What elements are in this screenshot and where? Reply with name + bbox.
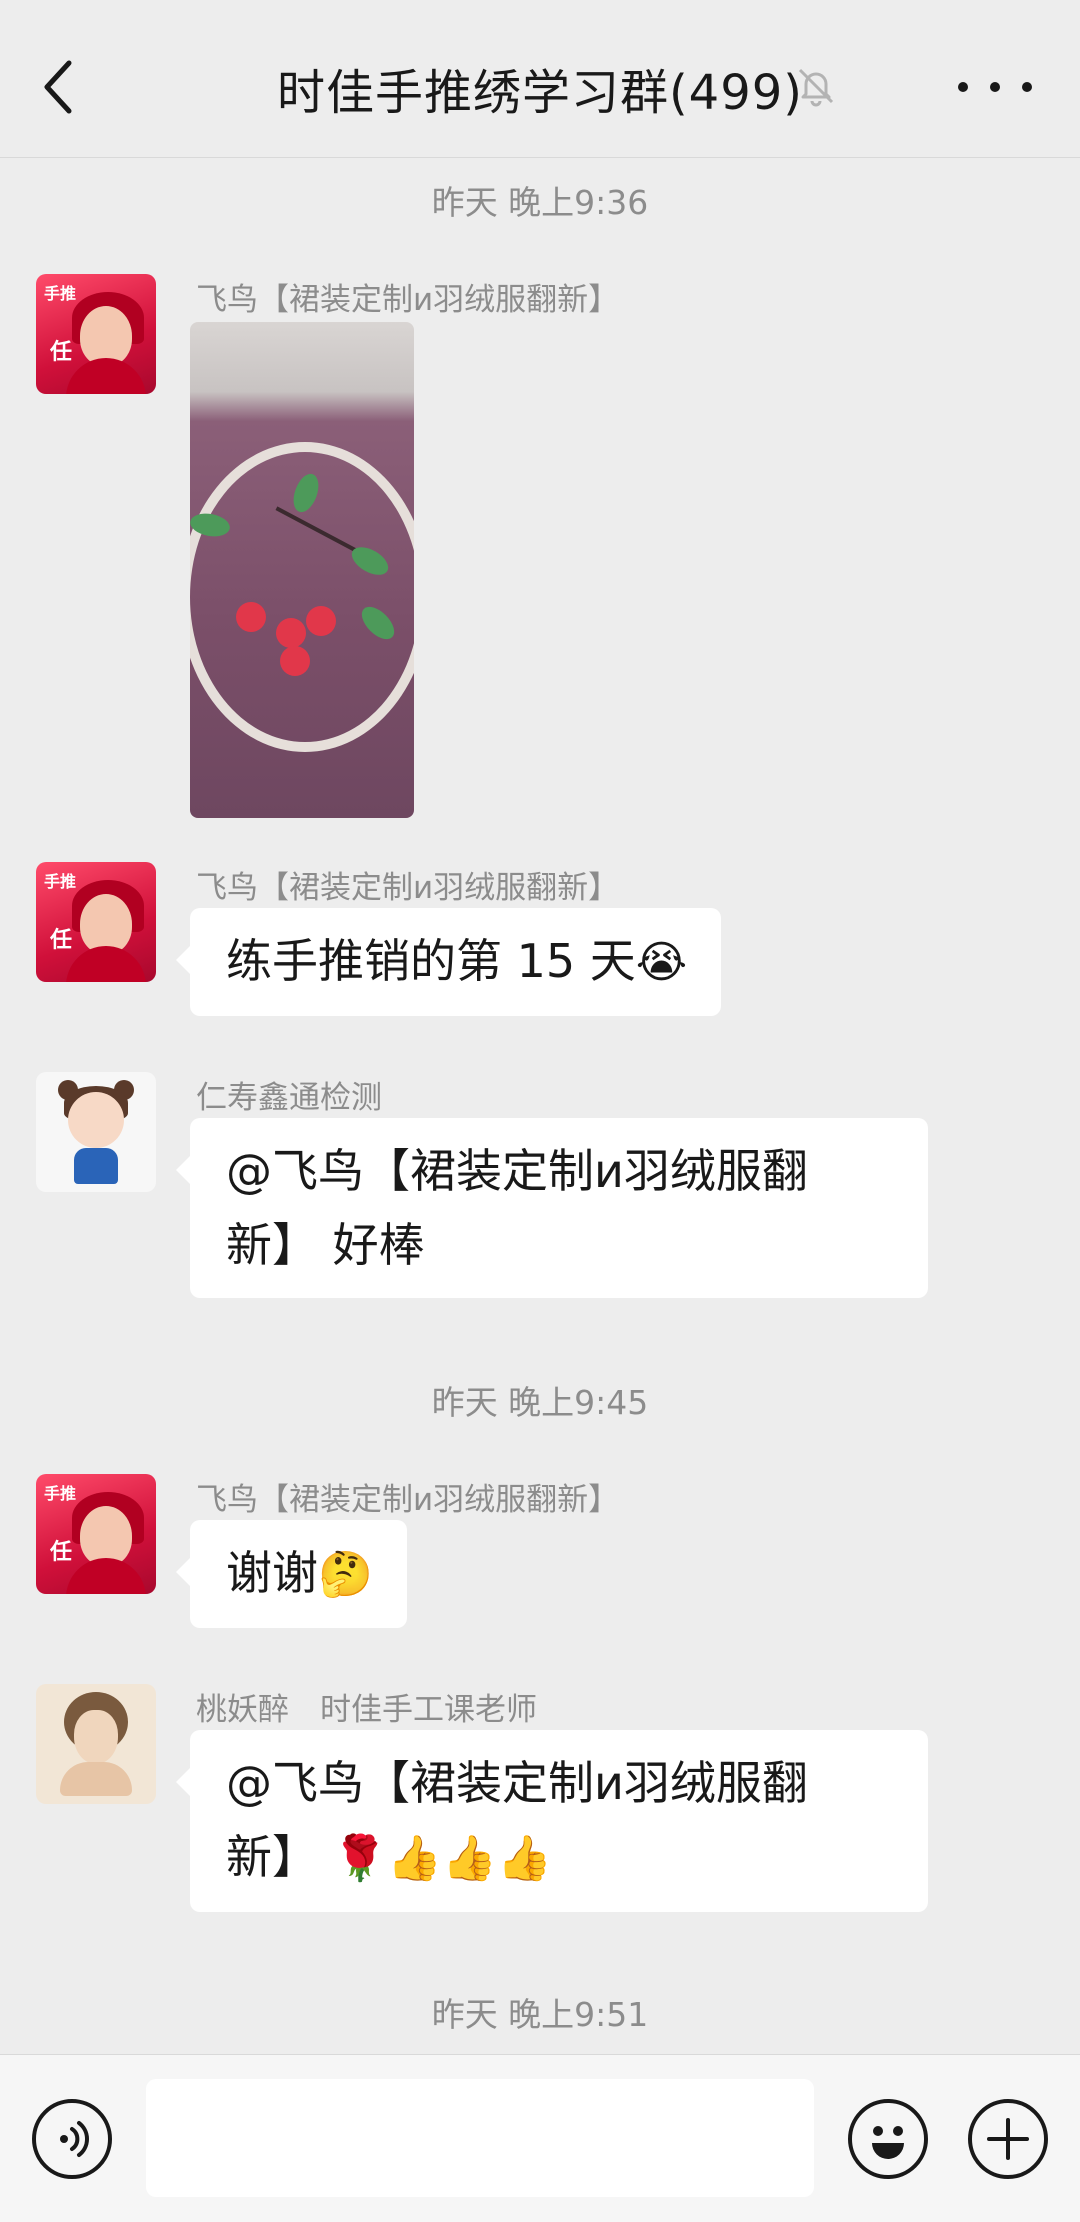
- image-message[interactable]: [190, 322, 414, 818]
- dot: [1022, 82, 1032, 92]
- sender-name: 仁寿鑫通检测: [196, 1080, 382, 1116]
- message-text: 新】: [226, 1830, 318, 1884]
- voice-button[interactable]: [32, 2099, 112, 2179]
- message-bubble[interactable]: @飞鸟【裙装定制и羽绒服翻 新】 🌹👍👍👍: [176, 1730, 928, 1912]
- plus-icon: [987, 2118, 1029, 2160]
- message-text: 谢谢: [226, 1546, 318, 1600]
- timestamp: 昨天 晚上9:36: [431, 183, 649, 222]
- chat-header: 时佳手推绣学习群(499): [0, 0, 1080, 158]
- sender-name: 飞鸟【裙装定制и羽绒服翻新】: [196, 1482, 620, 1518]
- message-list[interactable]: 昨天 晚上9:36 手推 任 飞鸟【裙装定制и羽绒服翻新】 手推 任 飞鸟【裙装…: [0, 158, 1080, 2054]
- crying-emoji: 😭: [635, 937, 688, 988]
- dot: [958, 82, 968, 92]
- message-text: 练手推销的第 15 天: [226, 934, 636, 988]
- plus-button[interactable]: [968, 2099, 1048, 2179]
- chat-title[interactable]: 时佳手推绣学习群(499): [277, 53, 803, 123]
- avatar[interactable]: [36, 1684, 156, 1804]
- emoji-button[interactable]: [848, 2099, 928, 2179]
- message-bubble[interactable]: 练手推销的第 15 天😭: [175, 908, 722, 1016]
- thinking-emoji: 🤔: [318, 1549, 373, 1600]
- avatar[interactable]: 手推 任: [36, 1474, 156, 1594]
- input-bar: [0, 2054, 1080, 2222]
- timestamp: 昨天 晚上9:45: [431, 1383, 649, 1422]
- rose-thumbs-emoji: 🌹👍👍👍: [332, 1833, 552, 1884]
- timestamp: 昨天 晚上9:51: [431, 1995, 649, 2034]
- message-text: @飞鸟【裙装定制и羽绒服翻: [226, 1756, 808, 1810]
- dot: [990, 82, 1000, 92]
- sender-name: 飞鸟【裙装定制и羽绒服翻新】: [196, 870, 620, 906]
- sender-name: 飞鸟【裙装定制и羽绒服翻新】: [196, 282, 620, 318]
- message-bubble[interactable]: 谢谢🤔: [176, 1520, 407, 1628]
- message-text: 新】 好棒: [226, 1218, 425, 1272]
- avatar[interactable]: 手推 任: [36, 862, 156, 982]
- avatar[interactable]: [36, 1072, 156, 1192]
- message-input[interactable]: [146, 2079, 814, 2197]
- sender-name: 桃妖醉 时佳手工课老师: [196, 1692, 537, 1728]
- more-button[interactable]: [958, 62, 1032, 112]
- message-bubble[interactable]: @飞鸟【裙装定制и羽绒服翻 新】 好棒: [176, 1118, 928, 1298]
- emoji-icon: [872, 2126, 904, 2159]
- message-text: @飞鸟【裙装定制и羽绒服翻: [226, 1144, 808, 1198]
- voice-icon: [60, 2121, 89, 2157]
- bell-off-icon: [798, 68, 834, 107]
- avatar[interactable]: 手推 任: [36, 274, 156, 394]
